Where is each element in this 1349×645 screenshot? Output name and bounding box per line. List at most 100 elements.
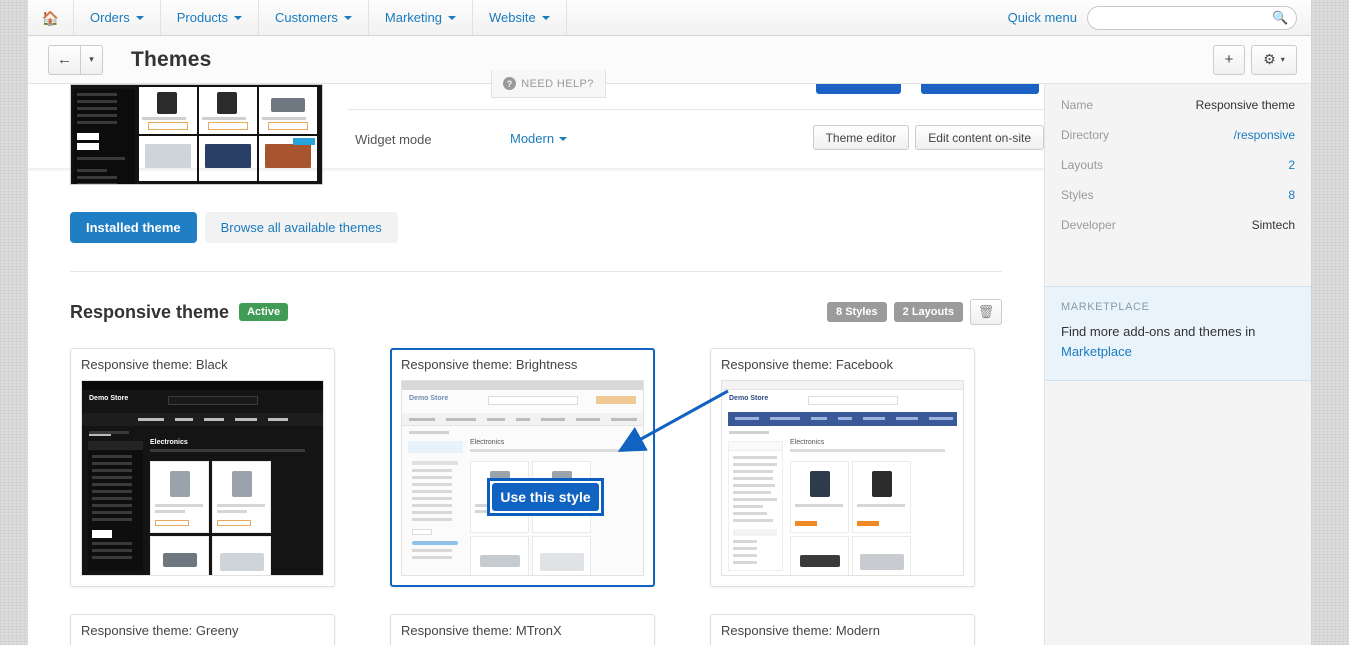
theme-info-list: Name Responsive theme Directory /respons… (1045, 84, 1311, 252)
back-dropdown-button[interactable]: ▾ (81, 45, 103, 75)
preview-product (139, 87, 197, 134)
trash-icon: 🗑 (978, 304, 995, 320)
theme-style-card-selected[interactable]: Responsive theme: Brightness Demo Store (390, 348, 655, 587)
preview-heading: Electronics (150, 439, 318, 446)
nav-label-website: Website (489, 10, 536, 25)
page-title: Themes (131, 48, 212, 72)
chevron-down-icon (344, 16, 352, 20)
widget-action-buttons: Theme editor Edit content on-site (813, 125, 1044, 150)
styles-count-badge[interactable]: 8 Styles (827, 302, 887, 322)
preview-breadcrumb (409, 431, 449, 434)
nav-label-customers: Customers (275, 10, 338, 25)
tab-browse-all-themes[interactable]: Browse all available themes (205, 212, 398, 243)
nav-item-marketing[interactable]: Marketing (369, 0, 473, 35)
settings-dropdown-button[interactable]: ⚙ ▾ (1251, 45, 1297, 75)
preview-product (139, 136, 197, 181)
page-background-right (1311, 0, 1349, 645)
preview-line (77, 93, 117, 96)
search-input[interactable] (1098, 7, 1268, 29)
search-icon[interactable]: 🔍 (1272, 10, 1288, 26)
layouts-count-link[interactable]: 2 (1288, 158, 1295, 172)
clipped-top-row: Widget mode Modern Theme editor Edit con… (70, 84, 1002, 202)
status-badge: Active (239, 303, 288, 321)
chevron-down-icon (448, 16, 456, 20)
theme-style-grid: Responsive theme: Black Demo Store (70, 348, 1002, 645)
directory-link[interactable]: /responsive (1234, 128, 1295, 142)
preview-heading: Electronics (790, 439, 958, 446)
preview-product (790, 461, 849, 533)
nav-item-orders[interactable]: Orders (74, 0, 161, 35)
preview-line (77, 121, 117, 124)
use-this-style-highlight: Use this style (487, 478, 604, 516)
widget-mode-select[interactable]: Modern (510, 131, 567, 146)
info-key: Styles (1061, 188, 1094, 202)
preview-product (790, 536, 849, 576)
theme-style-title: Responsive theme: Greeny (81, 623, 324, 638)
preview-line (77, 133, 99, 140)
preview-line (77, 107, 117, 110)
preview-line (77, 114, 117, 117)
widget-mode-row: Widget mode Modern Theme editor Edit con… (348, 98, 1044, 172)
theme-style-card[interactable]: Responsive theme: Modern (710, 614, 975, 645)
preview-nav (728, 412, 957, 426)
home-icon: 🏠 (42, 11, 59, 25)
theme-name: Responsive theme (70, 302, 229, 323)
theme-style-card[interactable]: Responsive theme: Greeny (70, 614, 335, 645)
clipped-action-buttons (816, 84, 1039, 94)
edit-content-on-site-button[interactable]: Edit content on-site (915, 125, 1044, 150)
theme-style-card[interactable]: Responsive theme: MTronX (390, 614, 655, 645)
nav-item-products[interactable]: Products (161, 0, 259, 35)
theme-editor-button[interactable]: Theme editor (813, 125, 910, 150)
sidebar-spacer (1045, 252, 1311, 286)
theme-style-thumbnail[interactable]: Demo Store (81, 380, 324, 576)
search-box[interactable]: 🔍 (1087, 6, 1297, 30)
delete-theme-button[interactable]: 🗑 (970, 299, 1002, 325)
tab-installed-theme[interactable]: Installed theme (70, 212, 197, 243)
preview-breadcrumb (729, 431, 769, 434)
preview-heading: Electronics (470, 439, 638, 446)
admin-app: 🏠 Orders Products Customers Marketing We… (28, 0, 1311, 645)
preview-logo: Demo Store (729, 395, 768, 402)
preview-products (790, 461, 958, 576)
theme-style-thumbnail[interactable]: Demo Store (401, 380, 644, 576)
nav-item-customers[interactable]: Customers (259, 0, 369, 35)
clipped-primary-button-1[interactable] (816, 84, 901, 94)
need-help-button[interactable]: ? NEED HELP? (491, 70, 606, 98)
marketplace-title: MARKETPLACE (1061, 301, 1295, 313)
preview-products (150, 461, 318, 576)
layouts-count-badge[interactable]: 2 Layouts (894, 302, 963, 322)
preview-subnav (470, 449, 625, 452)
home-button[interactable]: 🏠 (28, 0, 74, 35)
info-value: Responsive theme (1196, 98, 1295, 112)
info-row-styles: Styles 8 (1061, 180, 1295, 210)
preview-subnav (790, 449, 945, 452)
preview-product (259, 136, 317, 181)
preview-nav (82, 413, 323, 426)
info-row-layouts: Layouts 2 (1061, 150, 1295, 180)
info-key: Layouts (1061, 158, 1103, 172)
quick-menu-link[interactable]: Quick menu (1008, 10, 1077, 25)
page-header-actions: + ⚙ ▾ (1213, 45, 1297, 75)
preview-logo: Demo Store (409, 395, 448, 402)
theme-style-title: Responsive theme: Brightness (401, 357, 644, 372)
preview-sidebar-heading (408, 441, 463, 453)
preview-topbar (722, 381, 963, 390)
theme-style-card[interactable]: Responsive theme: Facebook Demo Store (710, 348, 975, 587)
styles-count-link[interactable]: 8 (1288, 188, 1295, 202)
theme-style-thumbnail[interactable]: Demo Store (721, 380, 964, 576)
preview-line (77, 100, 117, 103)
preview-sidebar (408, 441, 463, 571)
add-button[interactable]: + (1213, 45, 1245, 75)
use-this-style-button[interactable]: Use this style (492, 483, 599, 511)
theme-header-actions: 8 Styles 2 Layouts 🗑 (827, 299, 1002, 325)
clipped-primary-button-2[interactable] (921, 84, 1039, 94)
back-button[interactable]: ← (48, 45, 81, 75)
theme-style-title: Responsive theme: MTronX (401, 623, 644, 638)
preview-product (852, 536, 911, 576)
marketplace-link[interactable]: Marketplace (1061, 344, 1132, 359)
question-mark-icon: ? (503, 77, 516, 90)
nav-item-website[interactable]: Website (473, 0, 567, 35)
nav-label-marketing: Marketing (385, 10, 442, 25)
theme-style-card[interactable]: Responsive theme: Black Demo Store (70, 348, 335, 587)
preview-product (470, 536, 529, 576)
